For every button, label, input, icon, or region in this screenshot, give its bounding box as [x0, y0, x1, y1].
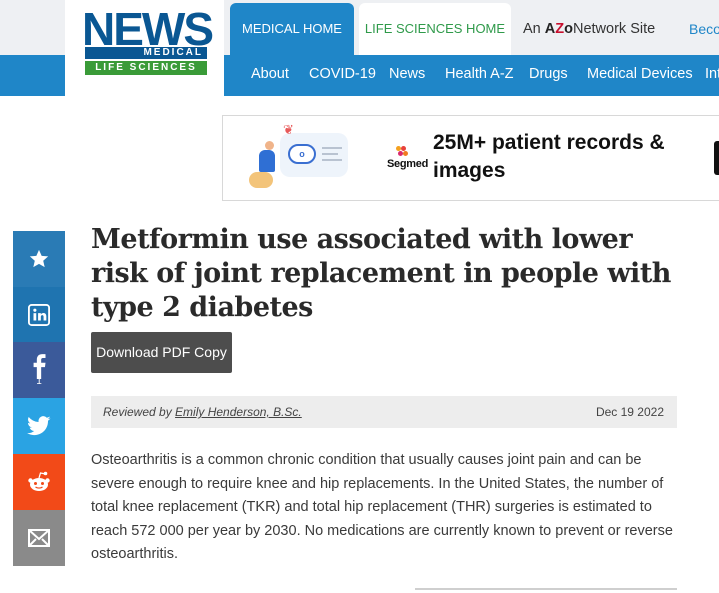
- logo-news-text: NEWS: [82, 3, 214, 55]
- ad-leaf-icon: ❦: [283, 122, 294, 137]
- nav-medical-devices[interactable]: Medical Devices: [587, 66, 693, 82]
- nav-int[interactable]: Int: [705, 66, 719, 82]
- ad-line: [322, 159, 342, 161]
- linkedin-icon: [28, 304, 50, 326]
- ad-cta-edge[interactable]: [714, 141, 719, 175]
- share-facebook-button[interactable]: 1: [13, 342, 65, 398]
- network-prefix: An: [523, 21, 541, 37]
- ad-line: [322, 147, 342, 149]
- ad-line: [322, 153, 338, 155]
- ad-person-body: [259, 150, 275, 172]
- share-linkedin-button[interactable]: [13, 287, 65, 343]
- reviewed-by-label: Reviewed by: [103, 405, 172, 419]
- tab-life-sciences-home[interactable]: LIFE SCIENCES HOME: [359, 3, 511, 55]
- azo-z: Z: [555, 21, 565, 37]
- become-member-link[interactable]: Becom: [689, 21, 719, 37]
- tab-medical-home[interactable]: MEDICAL HOME: [230, 3, 354, 55]
- azo-o: o: [564, 21, 573, 37]
- share-twitter-button[interactable]: [13, 398, 65, 454]
- share-reddit-button[interactable]: [13, 454, 65, 510]
- nav-drugs[interactable]: Drugs: [529, 66, 568, 82]
- article-body-paragraph: Osteoarthritis is a common chronic condi…: [91, 452, 673, 562]
- segmed-logo-icon: [396, 146, 410, 158]
- star-icon: [29, 249, 49, 268]
- azo-brand: AZo: [545, 21, 573, 37]
- logo-life-sciences-text: LIFE SCIENCES: [85, 61, 207, 75]
- network-suffix: Network Site: [572, 21, 656, 37]
- nav-health-a-z[interactable]: Health A-Z: [445, 66, 514, 82]
- divider: [415, 588, 677, 590]
- ad-seat-shape: [249, 172, 273, 188]
- azo-a: A: [544, 21, 556, 37]
- download-pdf-button[interactable]: Download PDF Copy: [91, 332, 232, 373]
- azonetwork-link[interactable]: An AZoNetwork Site: [523, 21, 655, 37]
- ad-illustration-card: o: [280, 133, 348, 177]
- facebook-share-count: 1: [36, 376, 42, 387]
- nav-about[interactable]: About: [251, 66, 289, 82]
- ad-toggle-icon: o: [288, 144, 316, 164]
- reviewer-link[interactable]: Emily Henderson, B.Sc.: [175, 405, 302, 419]
- ad-headline: 25M+ patient records & images: [433, 131, 665, 182]
- article-title: Metformin use associated with lower risk…: [91, 224, 671, 323]
- ad-banner[interactable]: o ❦ Segmed 25M+ patient records & images: [222, 115, 719, 201]
- email-icon: [28, 529, 50, 547]
- share-favorite-button[interactable]: [13, 231, 65, 287]
- site-logo[interactable]: NEWS MEDICAL LIFE SCIENCES: [65, 0, 224, 96]
- reviewed-by: Reviewed by Emily Henderson, B.Sc.: [103, 405, 302, 419]
- article-date: Dec 19 2022: [595, 405, 664, 419]
- twitter-icon: [27, 416, 51, 436]
- article-meta-bar: Reviewed by Emily Henderson, B.Sc. Dec 1…: [91, 396, 677, 428]
- ad-person-icon: [265, 141, 274, 150]
- share-email-button[interactable]: [13, 510, 65, 566]
- nav-covid-19[interactable]: COVID-19: [309, 66, 376, 82]
- logo-medical-text: MEDICAL: [85, 47, 207, 59]
- ad-brand-name: Segmed: [387, 158, 428, 170]
- nav-news[interactable]: News: [389, 66, 425, 82]
- reddit-icon: [28, 471, 50, 491]
